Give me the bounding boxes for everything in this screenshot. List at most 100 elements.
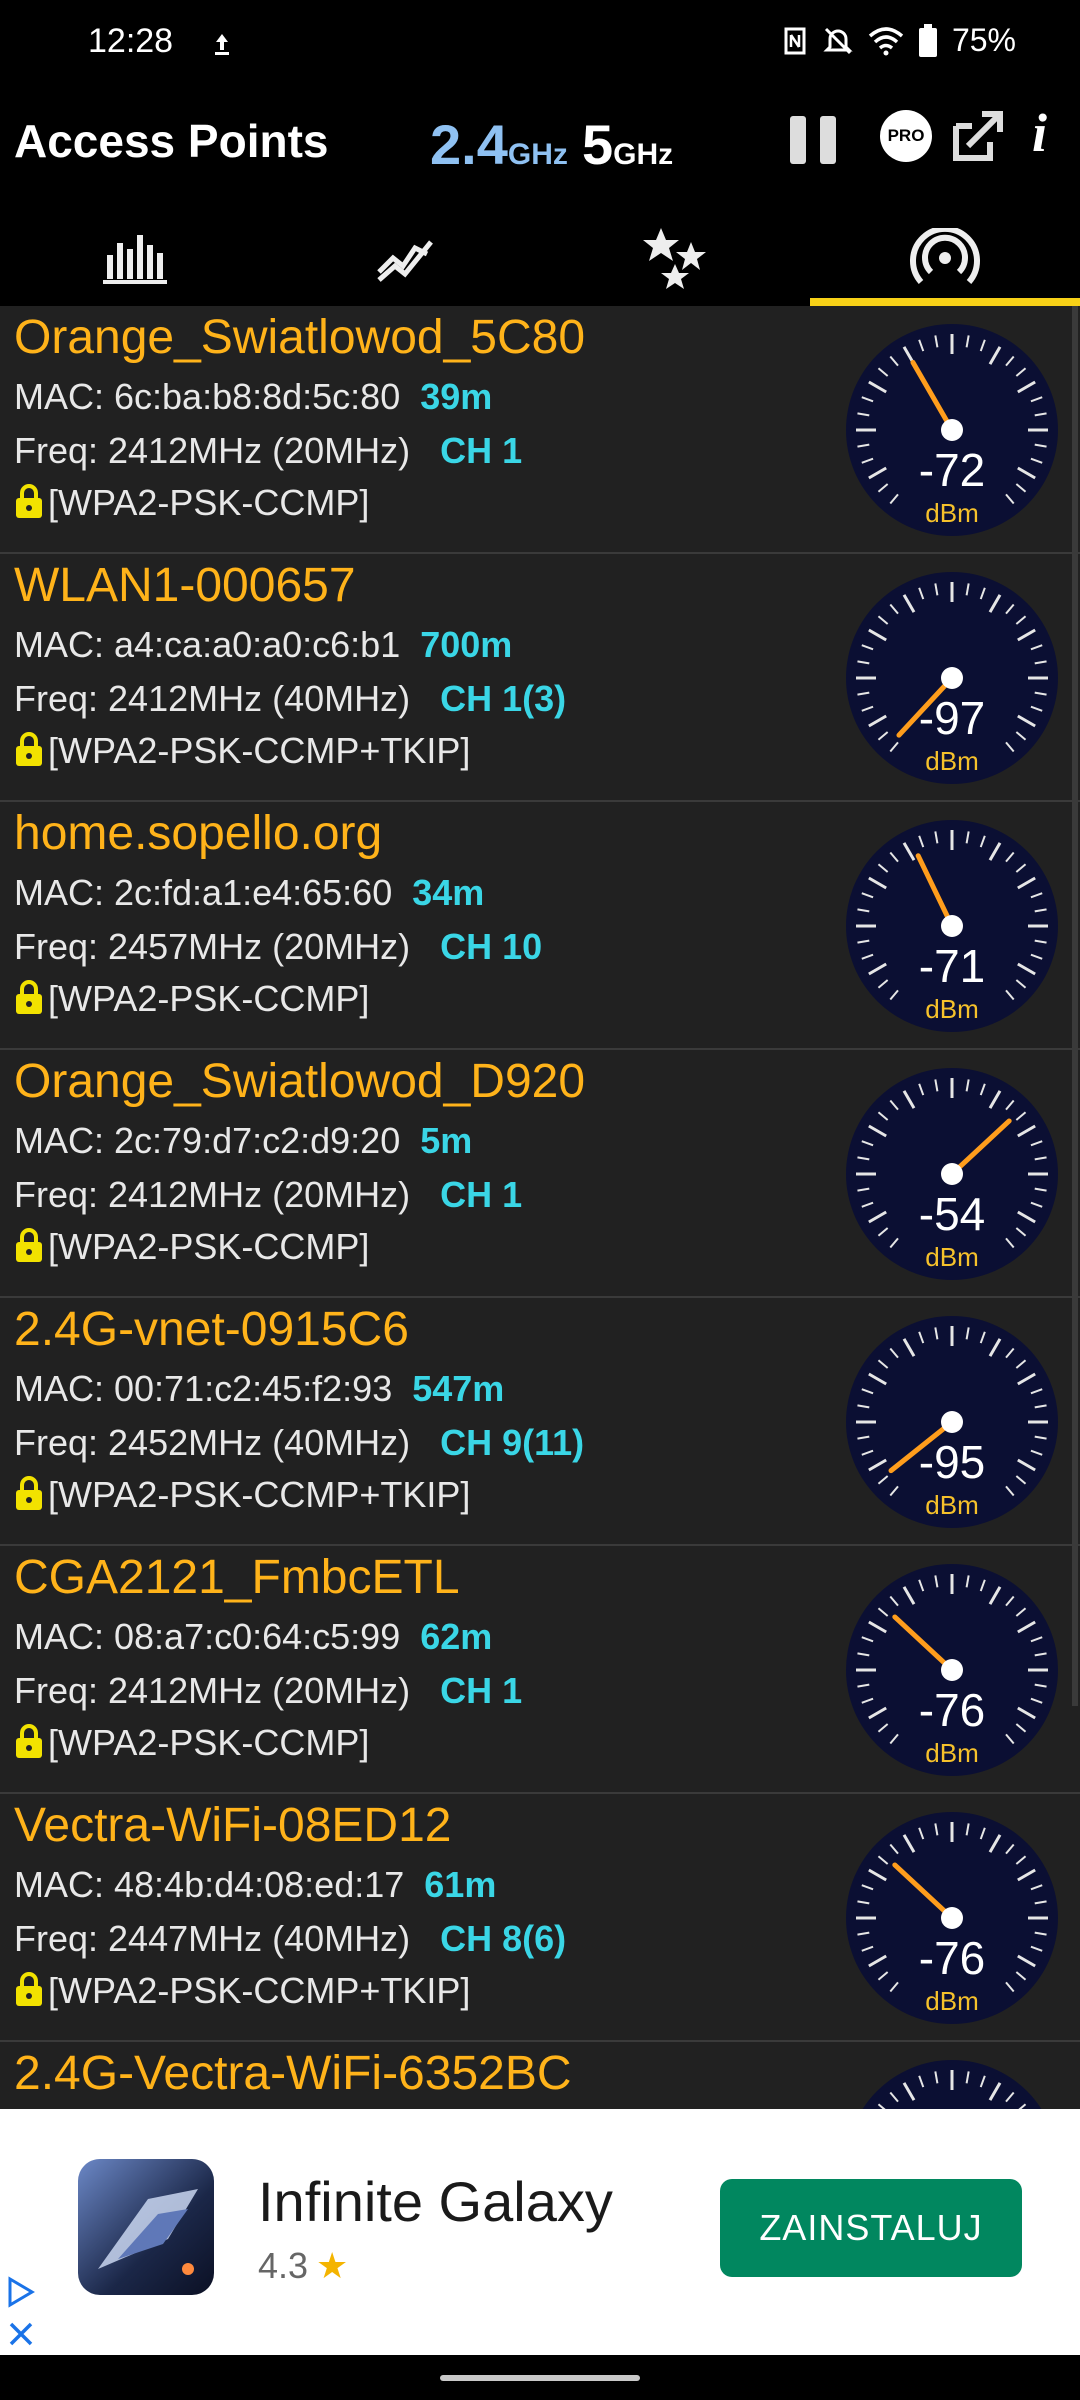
export-icon[interactable]: [950, 108, 1006, 164]
band-5ghz-toggle[interactable]: 5GHz: [582, 112, 673, 177]
pause-button[interactable]: [790, 116, 838, 164]
mac-address: MAC: 6c:ba:b8:8d:5c:80: [14, 376, 401, 417]
signal-gauge: -76dBm: [846, 1564, 1058, 1776]
signal-gauge: -97dBm: [846, 572, 1058, 784]
security-label: [WPA2-PSK-CCMP]: [48, 482, 370, 523]
install-button[interactable]: ZAINSTALUJ: [720, 2179, 1022, 2277]
ad-banner[interactable]: Infinite Galaxy 4.3 ★ ZAINSTALUJ: [0, 2109, 1080, 2355]
ssid-label: home.sopello.org: [14, 807, 383, 860]
access-point-item[interactable]: Orange_Swiatlowod_D920 MAC: 2c:79:d7:c2:…: [0, 1050, 1080, 1298]
gauge-pivot: [941, 419, 963, 441]
ssid-label: Orange_Swiatlowod_D920: [14, 1055, 586, 1108]
channel-label: CH 8(6): [440, 1918, 567, 1959]
tab-access-points[interactable]: [810, 210, 1080, 306]
gauge-pivot: [941, 667, 963, 689]
signal-gauge: [862, 2060, 1042, 2109]
channel-label: CH 1(3): [440, 678, 567, 719]
ssid-label: 2.4G-vnet-0915C6: [14, 1303, 409, 1356]
access-point-list[interactable]: Orange_Swiatlowod_5C80 MAC: 6c:ba:b8:8d:…: [0, 306, 1080, 2109]
access-point-item[interactable]: home.sopello.org MAC: 2c:fd:a1:e4:65:60 3…: [0, 802, 1080, 1050]
mac-address: MAC: 48:4b:d4:08:ed:17: [14, 1864, 405, 1905]
gauge-dbm-value: -71: [919, 940, 985, 992]
frequency-label: Freq: 2452MHz (40MHz): [14, 1422, 411, 1463]
gauge-unit-label: dBm: [925, 746, 978, 776]
distance-label: 61m: [424, 1864, 497, 1905]
frequency-label: Freq: 2412MHz (20MHz): [14, 430, 411, 471]
spaceship-icon: [98, 2189, 198, 2275]
battery-icon: [918, 23, 937, 57]
lock-icon: [16, 1476, 42, 1510]
gauge-unit-label: dBm: [925, 1490, 978, 1520]
gauge-dbm-value: -95: [919, 1436, 985, 1488]
mute-icon: [823, 27, 853, 54]
gauge-pivot: [941, 1907, 963, 1929]
ssid-label: Orange_Swiatlowod_5C80: [14, 311, 586, 364]
access-point-item[interactable]: 2.4G-Vectra-WiFi-6352BC: [0, 2042, 1080, 2109]
lock-icon: [16, 1972, 42, 2006]
stars-icon: [643, 228, 706, 289]
access-point-item[interactable]: 2.4G-vnet-0915C6 MAC: 00:71:c2:45:f2:93 5…: [0, 1298, 1080, 1546]
channel-label: CH 1: [440, 430, 523, 471]
distance-label: 5m: [420, 1120, 473, 1161]
mac-address: MAC: a4:ca:a0:a0:c6:b1: [14, 624, 401, 665]
ad-app-name[interactable]: Infinite Galaxy: [258, 2169, 613, 2234]
gauge-dbm-value: -97: [919, 692, 985, 744]
scrollbar[interactable]: [1072, 306, 1078, 1706]
navigation-bar: [0, 2355, 1080, 2400]
lock-icon: [16, 484, 42, 518]
frequency-label: Freq: 2447MHz (40MHz): [14, 1918, 411, 1959]
frequency-label: Freq: 2412MHz (40MHz): [14, 678, 411, 719]
lock-icon: [16, 1724, 42, 1758]
distance-label: 700m: [420, 624, 513, 665]
lock-icon: [16, 1228, 42, 1262]
ad-app-icon[interactable]: [78, 2159, 214, 2295]
gauge-unit-label: dBm: [925, 1242, 978, 1272]
app-bar: Access Points 2.4GHz 5GHz PRO i: [0, 92, 1080, 210]
battery-percent: 75%: [951, 22, 1016, 58]
gauge-pivot: [941, 915, 963, 937]
signal-gauge: -71dBm: [846, 820, 1058, 1032]
gauge-unit-label: dBm: [925, 1738, 978, 1768]
frequency-label: Freq: 2457MHz (20MHz): [14, 926, 411, 967]
distance-label: 39m: [420, 376, 493, 417]
access-point-item[interactable]: Orange_Swiatlowod_5C80 MAC: 6c:ba:b8:8d:…: [0, 306, 1080, 554]
signal-gauge: -54dBm: [846, 1068, 1058, 1280]
status-time: 12:28: [88, 22, 174, 60]
channel-label: CH 1: [440, 1670, 523, 1711]
channel-label: CH 9(11): [440, 1422, 585, 1463]
lock-icon: [16, 732, 42, 766]
star-icon: ★: [316, 2245, 349, 2286]
tab-bar: [0, 210, 1080, 306]
ssid-label: CGA2121_FmbcETL: [14, 1551, 460, 1604]
access-point-icon: [910, 228, 980, 284]
access-point-item[interactable]: Vectra-WiFi-08ED12 MAC: 48:4b:d4:08:ed:1…: [0, 1794, 1080, 2042]
bar-chart-icon: [103, 235, 167, 284]
gauge-dbm-value: -54: [919, 1188, 985, 1240]
home-gesture-handle[interactable]: [440, 2375, 640, 2381]
pause-icon: [790, 116, 806, 164]
wifi-icon: [868, 26, 904, 55]
mac-address: MAC: 2c:fd:a1:e4:65:60: [14, 872, 393, 913]
tab-time-graph[interactable]: [270, 210, 540, 306]
tab-channel-graph[interactable]: [0, 210, 270, 306]
gauge-unit-label: dBm: [925, 994, 978, 1024]
gauge-pivot: [941, 1163, 963, 1185]
access-point-item[interactable]: CGA2121_FmbcETL MAC: 08:a7:c0:64:c5:99 62…: [0, 1546, 1080, 1794]
pro-badge-button[interactable]: PRO: [880, 110, 932, 162]
mac-address: MAC: 2c:79:d7:c2:d9:20: [14, 1120, 401, 1161]
adchoices-icon[interactable]: [6, 2275, 36, 2309]
tab-ratings[interactable]: [540, 210, 810, 306]
security-label: [WPA2-PSK-CCMP]: [48, 1226, 370, 1267]
graph-icon: [377, 240, 433, 282]
gauge-unit-label: dBm: [925, 1986, 978, 2016]
access-point-item[interactable]: WLAN1-000657 MAC: a4:ca:a0:a0:c6:b1 700m …: [0, 554, 1080, 802]
frequency-label: Freq: 2412MHz (20MHz): [14, 1670, 411, 1711]
ssid-label: Vectra-WiFi-08ED12: [14, 1799, 452, 1852]
nfc-icon: [784, 27, 806, 54]
info-button[interactable]: i: [1032, 102, 1047, 164]
ad-rating: 4.3 ★: [258, 2245, 349, 2286]
close-icon[interactable]: [6, 2319, 36, 2349]
band-24ghz-toggle[interactable]: 2.4GHz: [430, 112, 568, 177]
mac-address: MAC: 00:71:c2:45:f2:93: [14, 1368, 393, 1409]
security-label: [WPA2-PSK-CCMP+TKIP]: [48, 730, 471, 771]
